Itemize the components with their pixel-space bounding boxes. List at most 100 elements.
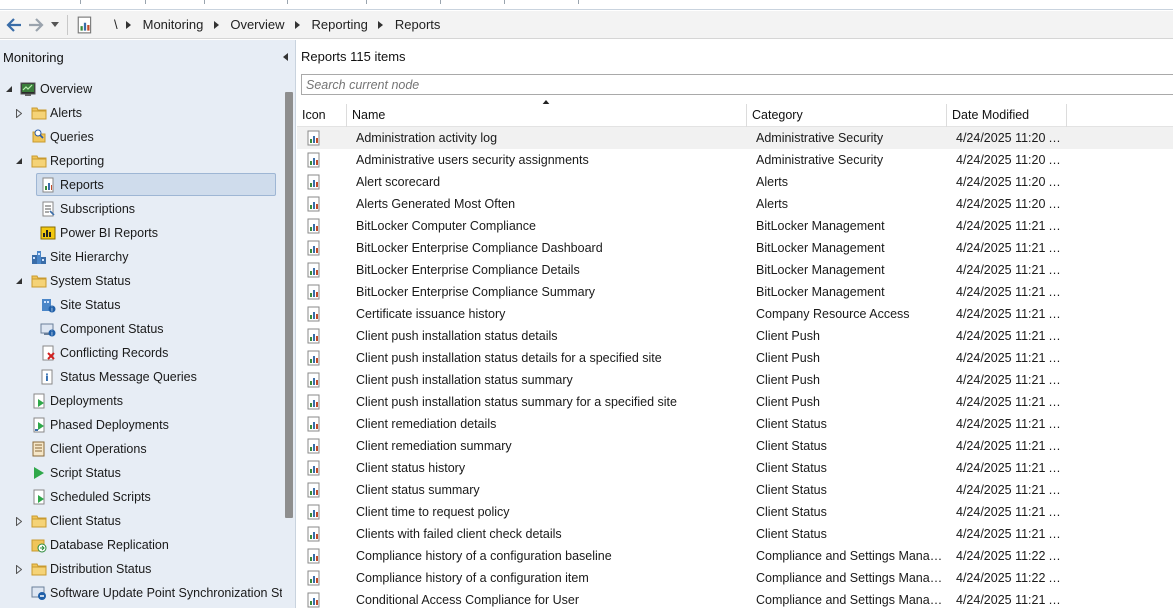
breadcrumb-arrow-icon[interactable] [293,20,303,30]
tree-item-database-replication[interactable]: Database Replication [0,533,282,557]
table-row[interactable]: BitLocker Enterprise Compliance Details B… [297,259,1173,281]
report-icon [307,438,321,454]
tree-item-power-bi-reports[interactable]: Power BI Reports [0,221,282,245]
report-category: Compliance and Settings Manage... [756,571,946,585]
tree-item-reports[interactable]: Reports [0,173,282,197]
report-icon [307,196,321,212]
column-header-category[interactable]: Category [747,104,947,127]
tree-expanded-arrow-icon[interactable] [4,84,14,94]
breadcrumb-arrow-icon[interactable] [376,20,386,30]
title-bar-strip [0,0,1173,10]
svg-text:i: i [45,373,48,384]
tree-item-conflicting-records[interactable]: Conflicting Records [0,341,282,365]
report-category: Company Resource Access [756,307,910,321]
table-row[interactable]: BitLocker Enterprise Compliance Dashboar… [297,237,1173,259]
tree-item-status-message-queries[interactable]: i Status Message Queries [0,365,282,389]
phased-deployments-icon [31,417,47,433]
navigation-pane: Monitoring Overview Alerts Queries Reportin… [0,40,296,608]
tree-item-alerts[interactable]: Alerts [0,101,282,125]
collapse-pane-icon[interactable] [281,52,291,62]
tree-item-system-status[interactable]: System Status [0,269,282,293]
tree-collapsed-arrow-icon[interactable] [14,516,24,526]
forward-button[interactable] [25,14,47,36]
breadcrumb-arrow-icon[interactable] [124,20,134,30]
report-date-modified: 4/24/2025 11:21 A... [956,461,1066,475]
report-date-modified: 4/24/2025 11:21 A... [956,329,1066,343]
table-row[interactable]: BitLocker Enterprise Compliance Summary B… [297,281,1173,303]
tree-expanded-arrow-icon[interactable] [14,156,24,166]
table-row[interactable]: Client push installation status summary … [297,391,1173,413]
overview-icon [20,81,36,97]
table-row[interactable]: Certificate issuance history Company Reso… [297,303,1173,325]
column-header-icon[interactable]: Icon [297,104,347,127]
table-row[interactable]: Client push installation status summary C… [297,369,1173,391]
table-row[interactable]: Client time to request policy Client Stat… [297,501,1173,523]
report-category: Client Push [756,351,820,365]
table-row[interactable]: Compliance history of a configuration ba… [297,545,1173,567]
report-icon [307,482,321,498]
tree-item-client-operations[interactable]: Client Operations [0,437,282,461]
tree-item-scheduled-scripts[interactable]: Scheduled Scripts [0,485,282,509]
breadcrumb-arrow-icon[interactable] [211,20,221,30]
breadcrumb-reporting[interactable]: Reporting [303,17,376,32]
breadcrumb-root[interactable]: \ [100,17,124,32]
search-input[interactable] [301,74,1173,95]
tree-item-label: Alerts [50,106,82,120]
report-category: Compliance and Settings Manage... [756,593,946,607]
database-replication-icon [31,537,47,553]
back-button[interactable] [3,14,25,36]
table-row[interactable]: Client push installation status details … [297,347,1173,369]
forward-arrow-icon [29,17,44,32]
tree-item-phased-deployments[interactable]: Phased Deployments [0,413,282,437]
tree-item-site-status[interactable]: i Site Status [0,293,282,317]
table-row[interactable]: Client remediation details Client Status 4… [297,413,1173,435]
report-date-modified: 4/24/2025 11:21 A... [956,527,1066,541]
report-icon [40,177,56,193]
tree-collapsed-arrow-icon[interactable] [14,108,24,118]
tree-item-reporting[interactable]: Reporting [0,149,282,173]
tree-item-overview[interactable]: Overview [0,77,282,101]
table-row[interactable]: Alert scorecard Alerts 4/24/2025 11:20 A..… [297,171,1173,193]
table-row[interactable]: Compliance history of a configuration it… [297,567,1173,589]
address-bar: \ Monitoring Overview Reporting Reports [0,11,1173,39]
report-name: BitLocker Enterprise Compliance Summary [356,285,595,299]
tree-item-site-hierarchy[interactable]: Site Hierarchy [0,245,282,269]
report-node-icon [77,16,92,33]
table-row[interactable]: Client status summary Client Status 4/24/2… [297,479,1173,501]
tree-item-client-status[interactable]: Client Status [0,509,282,533]
table-row[interactable]: Administrative users security assignment… [297,149,1173,171]
table-row[interactable]: BitLocker Computer Compliance BitLocker M… [297,215,1173,237]
breadcrumb-overview[interactable]: Overview [221,17,292,32]
tree-item-component-status[interactable]: i Component Status [0,317,282,341]
table-row[interactable]: Clients with failed client check details… [297,523,1173,545]
history-dropdown-button[interactable] [47,14,63,36]
tree-item-script-status[interactable]: Script Status [0,461,282,485]
navigation-scrollbar-thumb[interactable] [285,92,293,518]
report-icon [307,548,321,564]
tree-item-software-update-point-synchronization-sta[interactable]: Software Update Point Synchronization St… [0,581,282,605]
table-row[interactable]: Client status history Client Status 4/24/2… [297,457,1173,479]
column-header-date-modified[interactable]: Date Modified [947,104,1067,127]
tree-item-subscriptions[interactable]: Subscriptions [0,197,282,221]
table-row[interactable]: Conditional Access Compliance for User Co… [297,589,1173,608]
table-row[interactable]: Administration activity log Administrativ… [297,127,1173,149]
table-row[interactable]: Alerts Generated Most Often Alerts 4/24/20… [297,193,1173,215]
subscriptions-icon [40,201,56,217]
breadcrumb-monitoring[interactable]: Monitoring [134,17,212,32]
report-date-modified: 4/24/2025 11:22 A... [956,571,1066,585]
breadcrumb-reports[interactable]: Reports [386,17,447,32]
tree-collapsed-arrow-icon[interactable] [14,564,24,574]
tree-expanded-arrow-icon[interactable] [14,276,24,286]
tree-item-queries[interactable]: Queries [0,125,282,149]
report-date-modified: 4/24/2025 11:21 A... [956,351,1066,365]
report-category: BitLocker Management [756,285,885,299]
table-row[interactable]: Client push installation status details C… [297,325,1173,347]
report-name: BitLocker Computer Compliance [356,219,536,233]
tree-item-distribution-status[interactable]: Distribution Status [0,557,282,581]
report-icon [307,460,321,476]
table-row[interactable]: Client remediation summary Client Status 4… [297,435,1173,457]
column-header-name[interactable]: Name [347,104,747,127]
tree-item-deployments[interactable]: Deployments [0,389,282,413]
report-name: Client push installation status details [356,329,558,343]
folder-icon [31,105,47,121]
